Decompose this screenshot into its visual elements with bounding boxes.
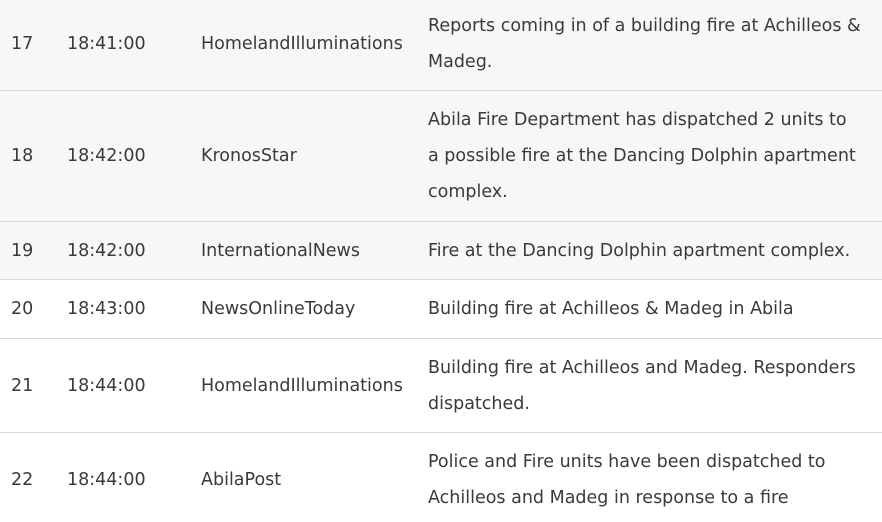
row-time: 18:42:00 <box>67 146 146 166</box>
table-row: 19 18:42:00 InternationalNews Fire at th… <box>0 222 882 280</box>
row-number: 19 <box>11 240 34 261</box>
row-message: Police and Fire units have been dispatch… <box>428 452 826 508</box>
row-source: InternationalNews <box>201 240 360 261</box>
row-time: 18:42:00 <box>67 240 146 261</box>
row-message: Fire at the Dancing Dolphin apartment co… <box>428 240 851 261</box>
row-time: 18:41:00 <box>67 34 146 54</box>
row-source: NewsOnlineToday <box>201 299 356 319</box>
row-source: HomelandIlluminations <box>201 375 403 396</box>
table-row: 21 18:44:00 HomelandIlluminations Buildi… <box>0 339 882 433</box>
row-source: KronosStar <box>201 146 297 166</box>
table-row: 20 18:43:00 NewsOnlineToday Building fir… <box>0 280 882 339</box>
row-message: Abila Fire Department has dispatched 2 u… <box>428 110 856 202</box>
row-number: 17 <box>11 34 34 54</box>
row-source: HomelandIlluminations <box>201 34 403 54</box>
row-number: 21 <box>11 375 34 396</box>
table-row: 18 18:42:00 KronosStar Abila Fire Depart… <box>0 91 882 222</box>
row-time: 18:43:00 <box>67 299 146 319</box>
row-number: 18 <box>11 146 34 166</box>
row-source: AbilaPost <box>201 470 282 490</box>
row-time: 18:44:00 <box>67 470 146 490</box>
row-message: Building fire at Achilleos and Madeg. Re… <box>428 357 856 414</box>
row-number: 22 <box>11 470 34 490</box>
row-time: 18:44:00 <box>67 375 146 396</box>
row-message: Reports coming in of a building fire at … <box>428 16 861 72</box>
row-number: 20 <box>11 299 34 319</box>
table-row: 17 18:41:00 HomelandIlluminations Report… <box>0 0 882 91</box>
row-message: Building fire at Achilleos & Madeg in Ab… <box>428 299 794 319</box>
table-row: 22 18:44:00 AbilaPost Police and Fire un… <box>0 433 882 522</box>
messages-table: 17 18:41:00 HomelandIlluminations Report… <box>0 0 882 522</box>
